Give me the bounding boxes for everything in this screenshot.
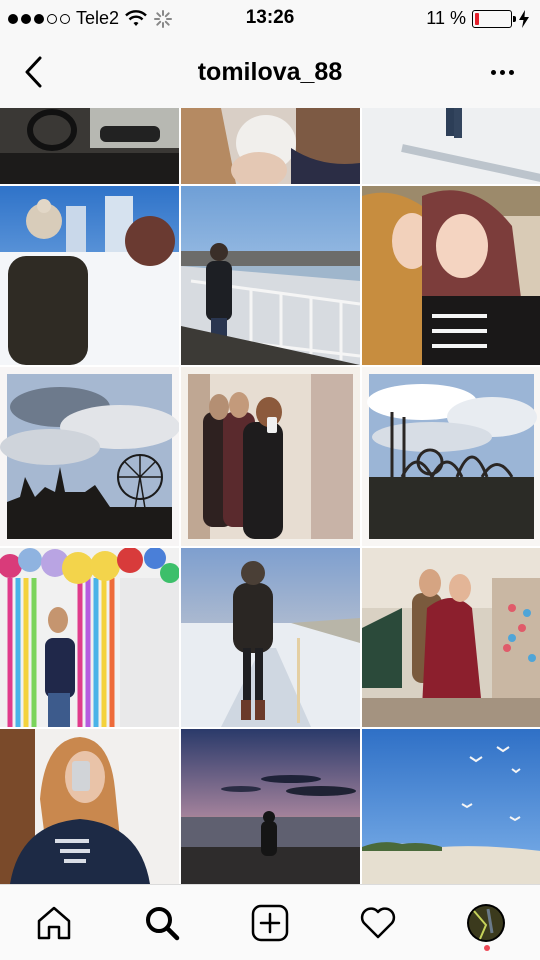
add-post-icon: [251, 904, 289, 942]
profile-avatar-icon: [467, 904, 505, 942]
charging-bolt-icon: [519, 9, 529, 28]
more-dot: [508, 69, 514, 75]
tab-home[interactable]: [30, 899, 78, 947]
home-icon: [37, 906, 71, 940]
girl-with-cup-photo[interactable]: [181, 108, 360, 184]
balloons-party-photo[interactable]: [0, 548, 179, 727]
ferris-wheel-castle-photo[interactable]: [0, 367, 179, 546]
photo-grid: [0, 108, 540, 884]
tab-new-post[interactable]: [246, 899, 294, 947]
amusement-park-rides-photo[interactable]: [362, 367, 540, 546]
notification-dot: [484, 945, 490, 951]
more-dot: [490, 69, 496, 75]
more-dot: [499, 69, 505, 75]
battery-level: [475, 12, 479, 25]
page-title: tomilova_88: [197, 58, 343, 86]
sunset-beach-photo[interactable]: [181, 729, 360, 884]
nav-bar: tomilova_88: [0, 36, 540, 108]
tab-activity[interactable]: [354, 899, 402, 947]
mirror-selfie-three-girls-photo[interactable]: [181, 367, 360, 546]
activity-heart-icon: [360, 907, 396, 939]
car-interior-photo[interactable]: [0, 108, 179, 184]
status-bar: Tele2 13:26 11 %: [0, 0, 540, 36]
tab-bar: [0, 884, 540, 960]
battery-percent: 11 %: [426, 8, 466, 28]
seagulls-beach-photo[interactable]: [362, 729, 540, 884]
status-right: 11 %: [426, 8, 530, 29]
snow-path-woman-photo[interactable]: [181, 548, 360, 727]
more-options-button[interactable]: [482, 56, 522, 88]
battery-icon: [472, 9, 516, 28]
mirror-selfie-sweater-photo[interactable]: [0, 729, 179, 884]
tab-search[interactable]: [138, 899, 186, 947]
two-girls-selfie-photo[interactable]: [362, 186, 540, 365]
tab-profile[interactable]: [462, 899, 510, 947]
winter-city-back-view-photo[interactable]: [0, 186, 179, 365]
snowy-walkway-photo[interactable]: [362, 108, 540, 184]
christmas-market-hug-photo[interactable]: [362, 548, 540, 727]
embankment-railing-photo[interactable]: [181, 186, 360, 365]
search-icon: [146, 907, 180, 941]
